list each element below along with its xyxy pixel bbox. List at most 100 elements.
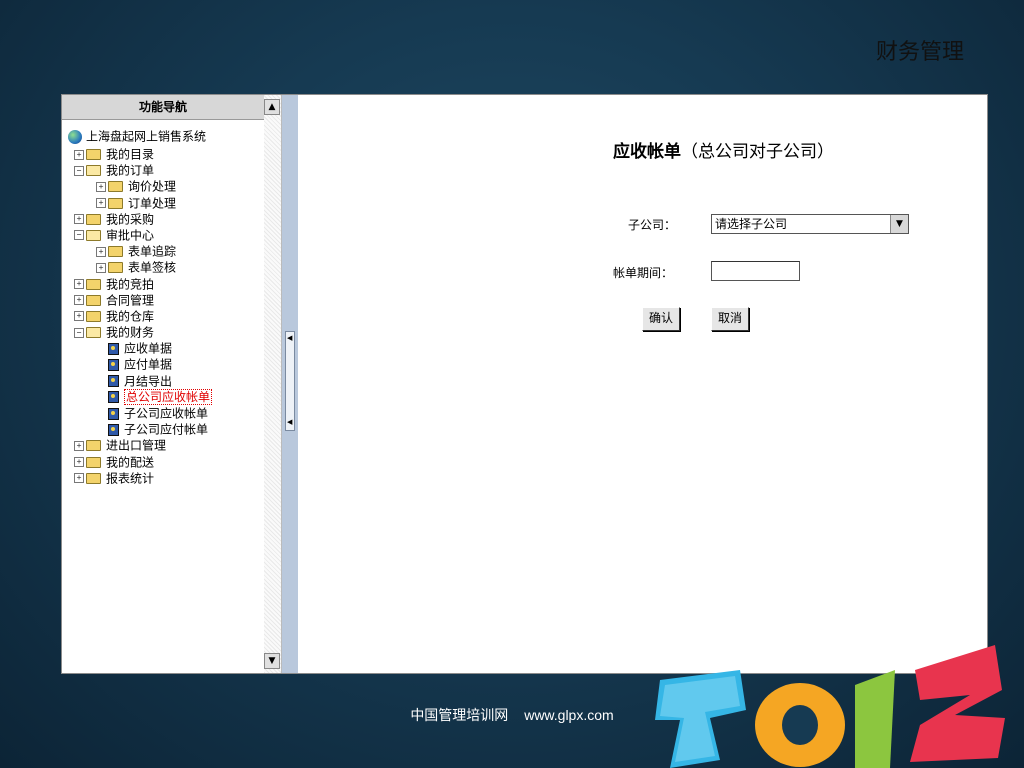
tree-item-label: 表单追踪 — [128, 244, 177, 259]
nav-scrollbar[interactable]: ▲ ▼ — [264, 95, 282, 673]
chevron-down-icon[interactable]: ▼ — [890, 215, 908, 233]
tree-item[interactable]: + 报表统计 — [68, 470, 264, 486]
tree-item[interactable]: 子公司应付帐单 — [68, 421, 264, 437]
tree-item[interactable]: + 我的竞拍 — [68, 276, 264, 292]
expand-icon[interactable]: + — [74, 473, 84, 484]
collapse-left-icon[interactable]: ◀ — [287, 334, 292, 342]
tree-item-label: 我的竞拍 — [106, 277, 155, 291]
tree-item[interactable]: + 我的仓库 — [68, 308, 264, 324]
tree-item-label: 月结导出 — [124, 374, 173, 389]
scroll-up-icon[interactable]: ▲ — [264, 99, 280, 115]
collapse-left-icon-bottom[interactable]: ◀ — [287, 418, 292, 426]
subsidiary-label: 子公司： — [628, 218, 677, 232]
globe-icon — [68, 129, 82, 144]
slide-title: 财务管理 — [875, 40, 964, 65]
tree-item[interactable]: + 询价处理 — [68, 178, 264, 194]
tree-item[interactable]: + 订单处理 — [68, 195, 264, 211]
tree-item[interactable]: + 我的采购 — [68, 211, 264, 227]
tree-item[interactable]: + 合同管理 — [68, 292, 264, 308]
tree-item[interactable]: 应收单据 — [68, 340, 264, 356]
tree-root[interactable]: 上海盘起网上销售系统 — [68, 128, 264, 146]
tree-item[interactable]: + 表单追踪 — [68, 243, 264, 259]
scroll-down-icon[interactable]: ▼ — [264, 653, 280, 669]
tree-item-label: 订单处理 — [128, 196, 177, 211]
tree-item[interactable]: 应付单据 — [68, 356, 264, 372]
footer-url: www.glpx.com — [524, 707, 614, 723]
period-input[interactable] — [711, 261, 800, 281]
folder-icon — [86, 440, 101, 452]
document-icon — [108, 407, 119, 420]
expand-icon[interactable]: + — [74, 457, 84, 468]
folder-icon — [86, 310, 101, 322]
panel-splitter[interactable]: ◀ ◀ — [282, 95, 298, 673]
tree-item[interactable]: + 我的配送 — [68, 454, 264, 470]
app-window: 功能导航 上海盘起网上销售系统 + 我的目录 − 我的订单 + 询价处理 + 订单处理 + 我的采… — [61, 94, 988, 674]
tree-item[interactable]: + 进出口管理 — [68, 437, 264, 453]
folder-icon — [108, 197, 123, 209]
expand-icon[interactable]: + — [74, 311, 84, 322]
tree-item-label: 应付单据 — [124, 357, 173, 372]
tree-item[interactable]: 月结导出 — [68, 373, 264, 389]
tree-item[interactable]: + 表单签核 — [68, 259, 264, 275]
tree-item-label: 我的订单 — [106, 163, 155, 178]
subsidiary-select[interactable]: 请选择子公司 ▼ — [711, 214, 909, 234]
tree-item-label: 总公司应收帐单 — [124, 389, 213, 406]
tree-item-label: 进出口管理 — [106, 438, 167, 453]
expand-icon[interactable]: + — [74, 214, 84, 225]
document-icon — [108, 342, 119, 355]
confirm-button[interactable]: 确认 — [642, 307, 681, 331]
tree-item-label: 我的采购 — [106, 212, 155, 227]
folder-icon — [86, 213, 101, 225]
folder-open-icon — [86, 229, 101, 241]
folder-icon — [86, 278, 101, 290]
cancel-button[interactable]: 取消 — [711, 307, 750, 331]
tree-item[interactable]: − 我的订单 — [68, 162, 264, 178]
folder-icon — [108, 246, 123, 258]
collapse-icon[interactable]: − — [74, 230, 84, 241]
deco-digit-2-second — [910, 645, 1005, 762]
expand-icon[interactable]: + — [96, 198, 106, 209]
footer-site: 中国管理培训网 — [410, 707, 509, 723]
tree-item[interactable]: 子公司应收帐单 — [68, 405, 264, 421]
expand-icon[interactable]: + — [74, 440, 84, 451]
bill-title: 应收帐单（总公司对子公司） — [613, 137, 834, 162]
splitter-grip[interactable]: ◀ ◀ — [285, 331, 295, 431]
year-2012-decoration — [655, 645, 1005, 768]
tree-item[interactable]: − 审批中心 — [68, 227, 264, 243]
tree-item-label: 我的财务 — [106, 325, 155, 340]
tree-item-label: 表单签核 — [128, 260, 177, 275]
folder-icon — [86, 456, 101, 468]
expand-icon[interactable]: + — [96, 262, 106, 273]
expand-icon[interactable]: + — [74, 279, 84, 289]
folder-open-icon — [86, 327, 101, 339]
tree-item[interactable]: − 我的财务 — [68, 324, 264, 340]
bill-title-main: 应收帐单 — [613, 142, 681, 162]
tree-item-label: 我的目录 — [106, 147, 155, 162]
deco-digit-0-hole — [782, 705, 818, 745]
main-content: 应收帐单（总公司对子公司） 子公司： 请选择子公司 ▼ 帐单期间： 确认 取消 — [299, 95, 987, 673]
document-icon — [108, 391, 119, 404]
folder-icon — [108, 181, 123, 193]
expand-icon[interactable]: + — [96, 246, 106, 257]
tree-item-label: 合同管理 — [106, 293, 155, 308]
period-label: 帐单期间： — [613, 266, 674, 280]
bill-title-sub: （总公司对子公司） — [681, 142, 834, 162]
expand-icon[interactable]: + — [74, 295, 84, 306]
tree-item-label: 报表统计 — [106, 471, 155, 486]
tree-item[interactable]: + 我的目录 — [68, 146, 264, 162]
folder-open-icon — [86, 165, 101, 177]
expand-icon[interactable]: + — [74, 149, 84, 160]
tree-item[interactable]: 总公司应收帐单 — [68, 389, 264, 406]
deco-digit-1 — [855, 670, 895, 768]
collapse-icon[interactable]: − — [74, 165, 84, 176]
collapse-icon[interactable]: − — [74, 327, 84, 338]
subsidiary-select-value: 请选择子公司 — [715, 217, 788, 231]
tree-item-label: 询价处理 — [128, 179, 177, 194]
tree-item-label: 我的配送 — [106, 455, 155, 470]
folder-icon — [108, 262, 123, 274]
tree-item-label: 审批中心 — [106, 228, 155, 243]
nav-header: 功能导航 — [62, 95, 264, 120]
tree-root-label: 上海盘起网上销售系统 — [86, 129, 207, 144]
expand-icon[interactable]: + — [96, 181, 106, 192]
folder-icon — [86, 294, 101, 306]
